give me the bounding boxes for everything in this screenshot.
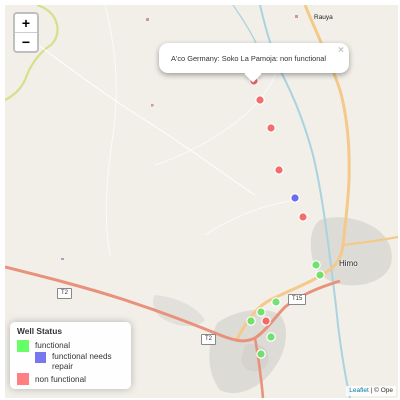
well-marker[interactable] (315, 270, 325, 280)
attribution-separator: | © (368, 387, 381, 394)
zoom-in-button[interactable]: + (15, 14, 37, 33)
well-marker[interactable] (271, 297, 281, 307)
legend-label-needs-repair: functional needs (52, 352, 112, 361)
well-marker[interactable] (266, 123, 276, 133)
well-marker[interactable] (311, 260, 321, 270)
legend: Well Status functional functional needs … (10, 322, 131, 389)
well-marker[interactable] (255, 95, 265, 105)
well-marker[interactable] (290, 193, 300, 203)
legend-swatch-functional (17, 340, 29, 352)
well-marker[interactable] (246, 316, 256, 326)
well-marker[interactable] (274, 165, 284, 175)
zoom-out-button[interactable]: − (15, 33, 37, 51)
well-marker[interactable] (256, 349, 266, 359)
zoom-control: + − (13, 12, 39, 53)
map-attribution: Leaflet | © Ope (346, 386, 396, 396)
well-marker[interactable] (266, 332, 276, 342)
well-marker[interactable] (261, 316, 271, 326)
leaflet-link[interactable]: Leaflet (349, 387, 369, 394)
well-popup: A'co Germany: Soko La Pamoja: non functi… (159, 43, 349, 83)
popup-close-button[interactable]: × (338, 45, 344, 56)
osm-link[interactable]: Ope (381, 387, 393, 394)
legend-label-needs-repair-2: repair (52, 362, 73, 371)
legend-label-functional: functional (35, 341, 71, 350)
well-marker[interactable] (256, 307, 266, 317)
legend-title: Well Status (17, 326, 62, 336)
map-view[interactable]: Rauya Himo T2 T2 T15 + − A'co Germany: S… (5, 5, 398, 398)
legend-swatch-non-functional (17, 373, 29, 385)
legend-swatch-needs-repair (35, 352, 46, 363)
legend-label-non-functional: non functional (35, 375, 86, 384)
well-marker[interactable] (298, 212, 308, 222)
popup-text: A'co Germany: Soko La Pamoja: non functi… (171, 54, 327, 63)
